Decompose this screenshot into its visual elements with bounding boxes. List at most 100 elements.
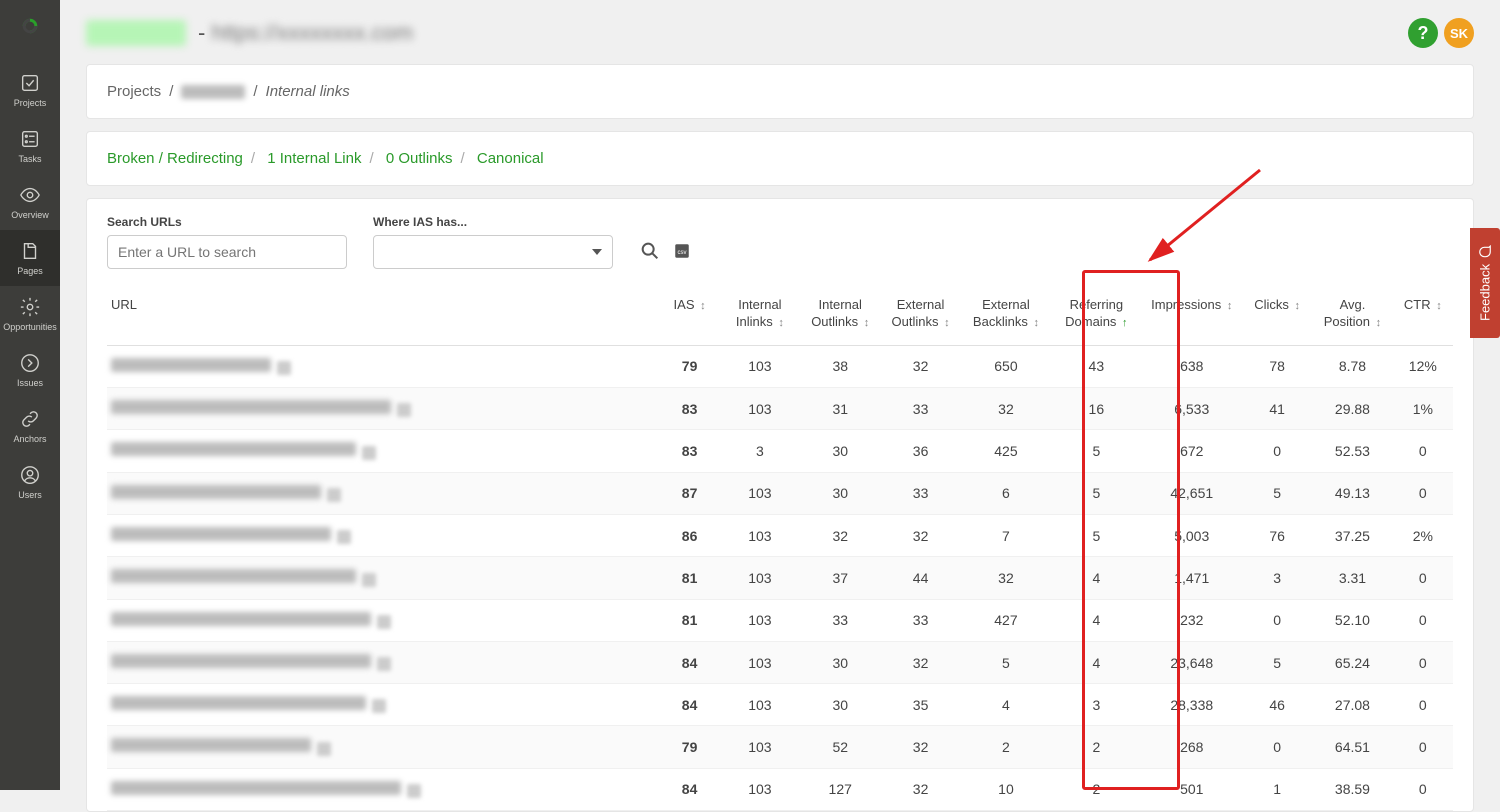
cell: 103: [720, 768, 800, 810]
table-row[interactable]: 79103523222268064.510: [107, 726, 1453, 768]
open-icon[interactable]: [377, 657, 391, 671]
checkbox-icon: [19, 72, 41, 94]
cell: 427: [961, 599, 1051, 641]
cell: 0: [1393, 768, 1453, 810]
cell: 44: [880, 557, 960, 599]
column-header[interactable]: ExternalOutlinks ↕: [880, 289, 960, 345]
open-icon[interactable]: [337, 530, 351, 544]
table-row[interactable]: 8710330336542,651549.130: [107, 472, 1453, 514]
nav-pages[interactable]: Pages: [0, 230, 60, 286]
export-csv-button[interactable]: csv: [673, 242, 691, 265]
column-header[interactable]: InternalOutlinks ↕: [800, 289, 880, 345]
tab-canonical[interactable]: Canonical: [477, 150, 544, 167]
cell: 31: [800, 388, 880, 430]
search-input[interactable]: [107, 235, 347, 269]
help-button[interactable]: ?: [1408, 18, 1438, 48]
cell: 30: [800, 430, 880, 472]
cell: 0: [1242, 599, 1312, 641]
table-row[interactable]: 8410330325423,648565.240: [107, 641, 1453, 683]
ias-filter-select[interactable]: [373, 235, 613, 269]
column-header[interactable]: URL: [107, 289, 659, 345]
nav-opportunities[interactable]: Opportunities: [0, 286, 60, 342]
url-cell[interactable]: [107, 472, 659, 514]
search-button[interactable]: [639, 240, 661, 267]
url-cell[interactable]: [107, 726, 659, 768]
url-cell[interactable]: [107, 768, 659, 810]
nav-tasks[interactable]: Tasks: [0, 118, 60, 174]
list-icon: [19, 128, 41, 150]
column-header[interactable]: ReferringDomains ↑: [1051, 289, 1141, 345]
open-icon[interactable]: [317, 742, 331, 756]
open-icon[interactable]: [277, 361, 291, 375]
cell: 103: [720, 599, 800, 641]
table-row[interactable]: 83330364255672052.530: [107, 430, 1453, 472]
user-avatar[interactable]: SK: [1444, 18, 1474, 48]
breadcrumb-root[interactable]: Projects: [107, 83, 161, 100]
svg-text:csv: csv: [678, 250, 687, 256]
cell: 64.51: [1312, 726, 1392, 768]
cell: 37: [800, 557, 880, 599]
ias-cell: 81: [659, 599, 719, 641]
column-header[interactable]: Avg.Position ↕: [1312, 289, 1392, 345]
nav-overview[interactable]: Overview: [0, 174, 60, 230]
nav-users[interactable]: Users: [0, 454, 60, 510]
column-header[interactable]: Impressions ↕: [1142, 289, 1242, 345]
left-sidebar: Projects Tasks Overview Pages Opportunit…: [0, 0, 60, 790]
table-row[interactable]: 861033232755,0037637.252%: [107, 514, 1453, 556]
cell: 8.78: [1312, 345, 1392, 387]
cell: 0: [1393, 684, 1453, 726]
nav-label: Projects: [14, 98, 47, 108]
cell: 46: [1242, 684, 1312, 726]
column-header[interactable]: ExternalBacklinks ↕: [961, 289, 1051, 345]
open-icon[interactable]: [372, 699, 386, 713]
cell: 2: [1051, 726, 1141, 768]
url-cell[interactable]: [107, 388, 659, 430]
column-header[interactable]: Clicks ↕: [1242, 289, 1312, 345]
site-url-blurred: https://xxxxxxxx.com: [211, 20, 413, 46]
open-icon[interactable]: [362, 573, 376, 587]
tab-broken[interactable]: Broken / Redirecting: [107, 150, 243, 167]
table-row[interactable]: 8110333334274232052.100: [107, 599, 1453, 641]
open-icon[interactable]: [362, 446, 376, 460]
cell: 42,651: [1142, 472, 1242, 514]
table-row[interactable]: 79103383265043638788.7812%: [107, 345, 1453, 387]
cell: 30: [800, 641, 880, 683]
table-row[interactable]: 8410312732102501138.590: [107, 768, 1453, 810]
tab-1-internal[interactable]: 1 Internal Link: [267, 150, 361, 167]
cell: 52.10: [1312, 599, 1392, 641]
ias-cell: 79: [659, 726, 719, 768]
cell: 0: [1393, 430, 1453, 472]
nav-projects[interactable]: Projects: [0, 62, 60, 118]
table-row[interactable]: 8410330354328,3384627.080: [107, 684, 1453, 726]
table-row[interactable]: 8110337443241,47133.310: [107, 557, 1453, 599]
open-icon[interactable]: [327, 488, 341, 502]
url-cell[interactable]: [107, 599, 659, 641]
table-row[interactable]: 83103313332166,5334129.881%: [107, 388, 1453, 430]
app-logo[interactable]: [14, 10, 46, 42]
url-cell[interactable]: [107, 345, 659, 387]
separator: -: [198, 20, 205, 46]
url-cell[interactable]: [107, 641, 659, 683]
cell: 10: [961, 768, 1051, 810]
cell: 28,338: [1142, 684, 1242, 726]
column-header[interactable]: IAS ↕: [659, 289, 719, 345]
feedback-tab[interactable]: Feedback: [1470, 228, 1500, 338]
nav-anchors[interactable]: Anchors: [0, 398, 60, 454]
ias-cell: 83: [659, 388, 719, 430]
url-cell[interactable]: [107, 557, 659, 599]
url-cell[interactable]: [107, 430, 659, 472]
tab-0-outlinks[interactable]: 0 Outlinks: [386, 150, 453, 167]
url-cell[interactable]: [107, 514, 659, 556]
url-cell[interactable]: [107, 684, 659, 726]
column-header[interactable]: InternalInlinks ↕: [720, 289, 800, 345]
column-header[interactable]: CTR ↕: [1393, 289, 1453, 345]
cell: 1%: [1393, 388, 1453, 430]
feedback-label: Feedback: [1478, 263, 1493, 320]
open-icon[interactable]: [397, 403, 411, 417]
breadcrumb-project-blurred[interactable]: [181, 85, 245, 99]
main-content: - https://xxxxxxxx.com ? SK Projects / /…: [60, 0, 1500, 790]
open-icon[interactable]: [377, 615, 391, 629]
cell: 27.08: [1312, 684, 1392, 726]
nav-issues[interactable]: Issues: [0, 342, 60, 398]
open-icon[interactable]: [407, 784, 421, 798]
